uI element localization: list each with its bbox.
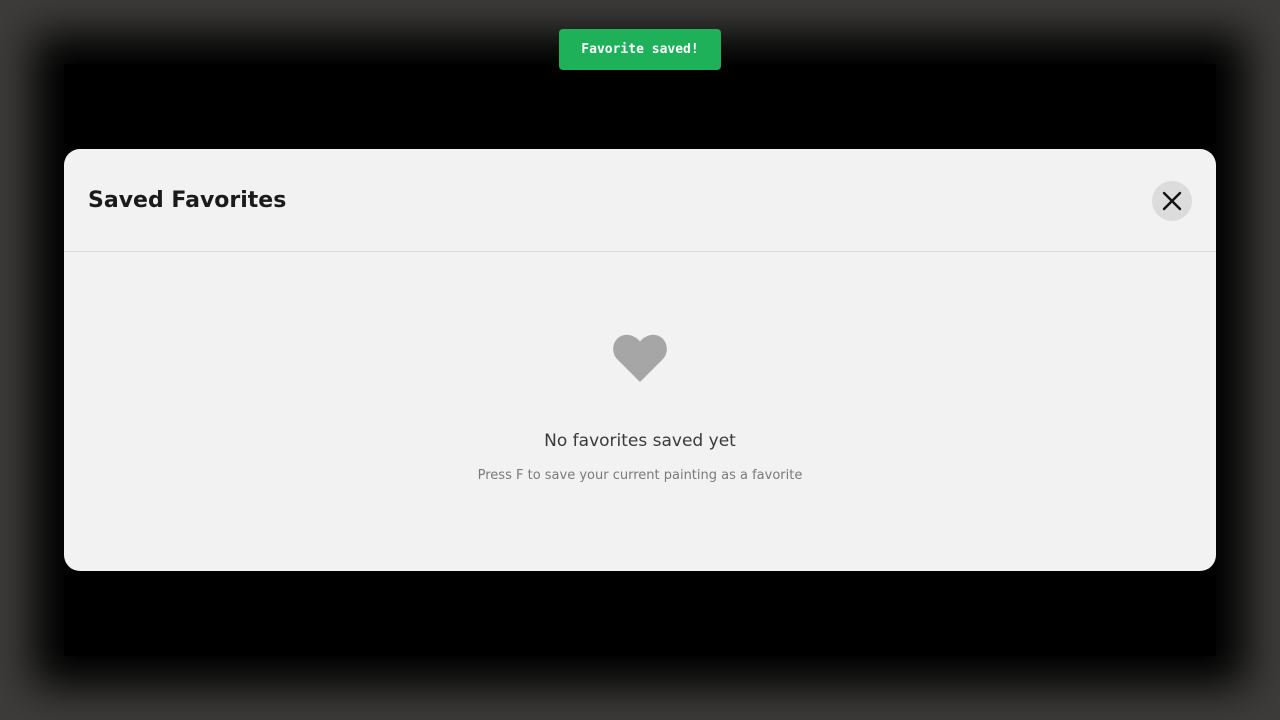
empty-state: No favorites saved yet Press F to save y…	[64, 253, 1216, 571]
empty-state-hint: Press F to save your current painting as…	[477, 468, 803, 483]
toast-notification: Favorite saved!	[559, 29, 721, 70]
modal-header: Saved Favorites	[64, 149, 1216, 252]
heart-icon	[613, 334, 667, 382]
modal-title: Saved Favorites	[88, 188, 287, 213]
close-icon	[1162, 191, 1182, 211]
toast-message: Favorite saved!	[581, 42, 699, 57]
empty-state-title: No favorites saved yet	[544, 431, 736, 451]
favorites-modal: Saved Favorites No favorites saved yet P…	[64, 149, 1216, 571]
close-button[interactable]	[1152, 181, 1192, 221]
